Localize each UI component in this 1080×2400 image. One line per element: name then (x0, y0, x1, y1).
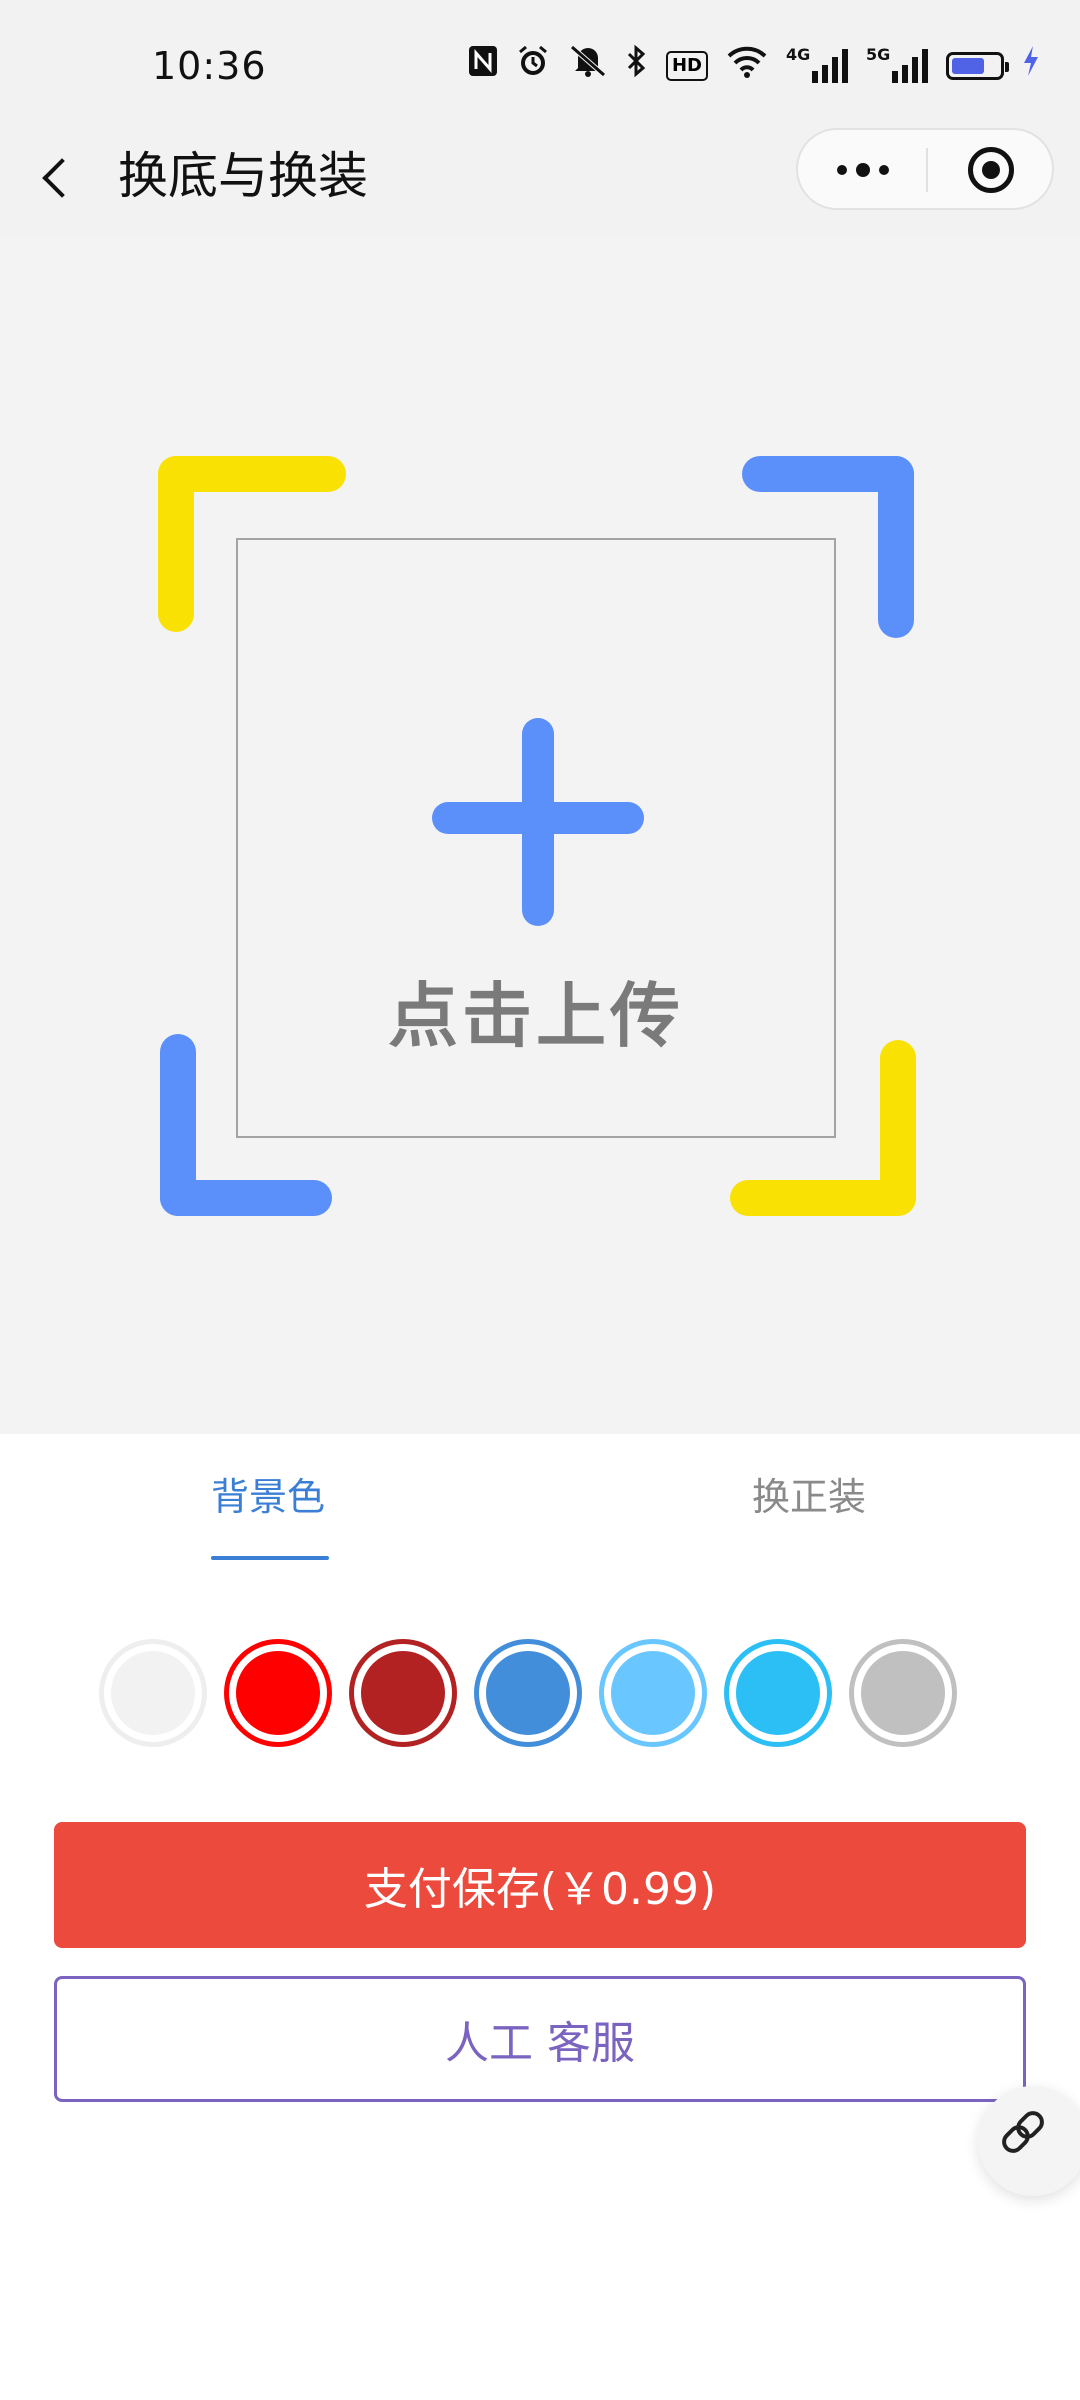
close-mini-program-button[interactable] (946, 142, 1036, 198)
swatch-blue[interactable] (479, 1644, 577, 1742)
more-button[interactable] (818, 142, 908, 198)
floating-link-button[interactable] (978, 2086, 1080, 2196)
pay-and-save-button[interactable]: 支付保存(￥0.99) (54, 1822, 1026, 1948)
signal-5g-icon: 5G (866, 45, 928, 83)
battery-level (952, 58, 984, 74)
swatch-sky-blue[interactable] (729, 1644, 827, 1742)
signal-4g-icon: 4G (786, 45, 848, 83)
tab-background-color[interactable]: 背景色 (211, 1472, 325, 1522)
hd-icon: HD (665, 51, 708, 81)
link-icon (1002, 2111, 1044, 2153)
back-button[interactable] (30, 140, 90, 210)
swatch-red[interactable] (229, 1644, 327, 1742)
mute-icon (568, 44, 608, 89)
tab-active-underline (211, 1556, 329, 1560)
status-time: 10:36 (152, 44, 267, 88)
nav-bar: 换底与换装 (0, 120, 1080, 234)
swatch-white[interactable] (104, 1644, 202, 1742)
tab-formal-wear[interactable]: 换正装 (752, 1472, 866, 1522)
swatch-light-blue[interactable] (604, 1644, 702, 1742)
chevron-left-icon (42, 158, 82, 198)
bluetooth-icon (626, 44, 648, 89)
swatch-gray[interactable] (854, 1644, 952, 1742)
alarm-icon (516, 44, 550, 89)
photo-preview-area: 点击上传 (0, 234, 1080, 1434)
battery-icon (946, 52, 1009, 80)
page-title: 换底与换装 (118, 147, 368, 205)
status-icons: HD 4G 5G (468, 44, 1040, 88)
mini-program-capsule (796, 128, 1054, 210)
upload-label: 点击上传 (388, 975, 684, 1057)
upload-photo-button[interactable]: 点击上传 (236, 538, 836, 1138)
capsule-divider (926, 148, 928, 192)
customer-service-button[interactable]: 人工 客服 (54, 1976, 1026, 2102)
more-dots-icon (837, 165, 847, 175)
nfc-icon (468, 44, 498, 88)
wifi-icon (726, 44, 768, 89)
status-bar: 10:36 HD 4G 5G (0, 0, 1080, 120)
swatch-dark-red[interactable] (354, 1644, 452, 1742)
charging-icon (1022, 44, 1040, 88)
